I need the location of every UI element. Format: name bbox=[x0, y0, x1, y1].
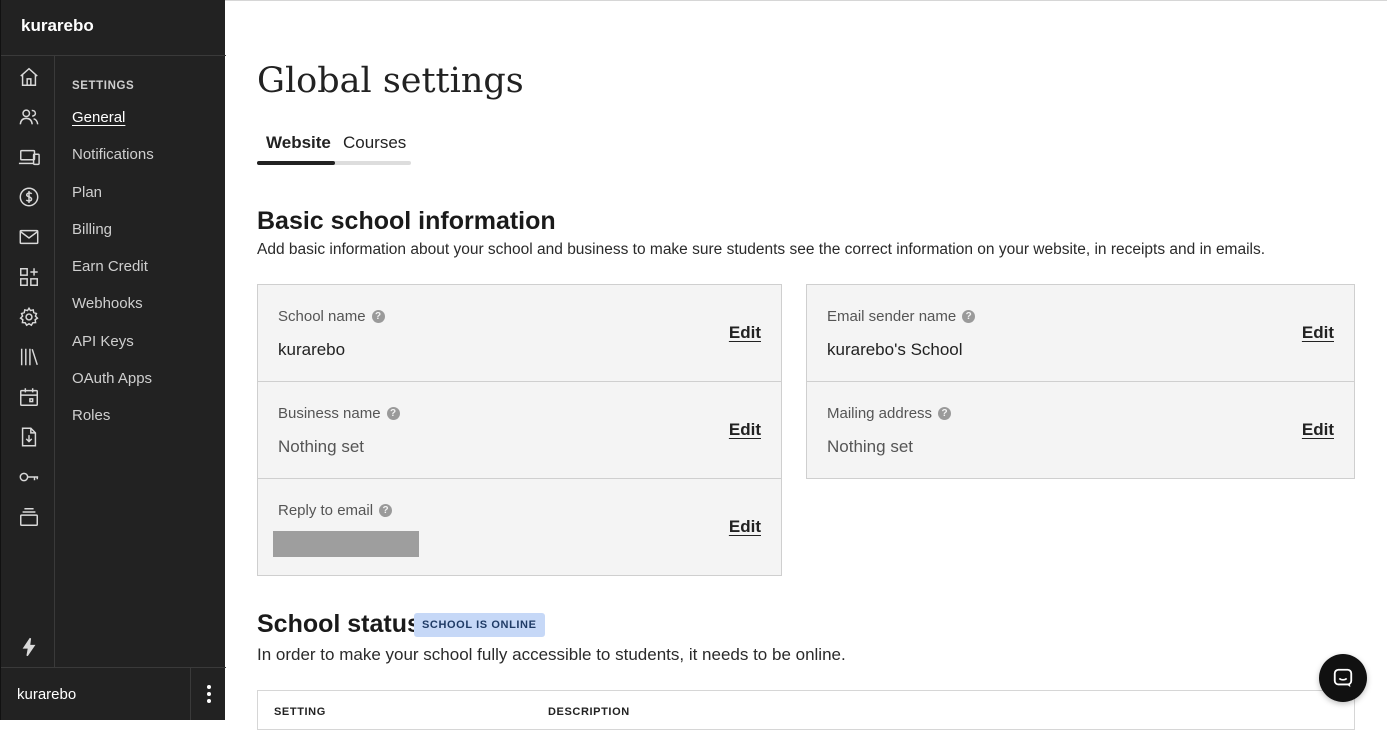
email-sender-name-value: kurarebo's School bbox=[827, 340, 963, 359]
devices-icon[interactable] bbox=[16, 144, 42, 170]
field-label-text: Reply to email bbox=[278, 502, 374, 519]
edit-school-name-button[interactable]: Edit bbox=[729, 323, 761, 343]
basic-info-card-left: School name ? kurarebo Edit Business nam… bbox=[257, 284, 782, 576]
school-status-title: School status bbox=[257, 610, 421, 638]
school-name-value: kurarebo bbox=[278, 340, 346, 359]
gear-icon[interactable] bbox=[16, 304, 42, 330]
dollar-icon[interactable] bbox=[16, 184, 42, 210]
more-options-button[interactable] bbox=[190, 668, 227, 720]
user-bar: kurarebo bbox=[1, 667, 226, 720]
chat-icon bbox=[1333, 668, 1353, 688]
mailing-address-value: Nothing set bbox=[827, 437, 913, 456]
school-name-row: School name ? kurarebo Edit bbox=[258, 285, 781, 382]
nav-item-plan[interactable]: Plan bbox=[72, 183, 154, 220]
nav-item-webhooks[interactable]: Webhooks bbox=[72, 294, 154, 331]
edit-business-name-button[interactable]: Edit bbox=[729, 420, 761, 440]
users-icon[interactable] bbox=[16, 104, 42, 130]
status-badge: SCHOOL IS ONLINE bbox=[414, 613, 545, 637]
business-name-value: Nothing set bbox=[278, 437, 364, 456]
icon-rail bbox=[1, 56, 55, 667]
key-icon[interactable] bbox=[16, 464, 42, 490]
tabs: Website Courses bbox=[257, 133, 411, 165]
stack-icon[interactable] bbox=[16, 504, 42, 530]
nav-item-billing[interactable]: Billing bbox=[72, 220, 154, 257]
user-name[interactable]: kurarebo bbox=[17, 686, 76, 703]
settings-nav: SETTINGS General Notifications Plan Bill… bbox=[72, 80, 154, 444]
lightning-icon[interactable] bbox=[16, 634, 42, 660]
basic-info-card-right: Email sender name ? kurarebo's School Ed… bbox=[806, 284, 1355, 479]
help-icon[interactable]: ? bbox=[938, 407, 952, 420]
school-name-label: School name ? bbox=[278, 308, 385, 325]
tab-website[interactable]: Website bbox=[266, 133, 331, 153]
nav-item-general[interactable]: General bbox=[72, 108, 154, 145]
reply-to-email-row: Reply to email ? Edit bbox=[258, 479, 781, 575]
library-icon[interactable] bbox=[16, 344, 42, 370]
email-sender-name-row: Email sender name ? kurarebo's School Ed… bbox=[807, 285, 1354, 382]
nav-item-earn-credit[interactable]: Earn Credit bbox=[72, 257, 154, 294]
edit-reply-to-email-button[interactable]: Edit bbox=[729, 517, 761, 537]
field-label-text: School name bbox=[278, 308, 366, 325]
mailing-address-label: Mailing address ? bbox=[827, 405, 952, 422]
redacted-email-value bbox=[273, 531, 419, 557]
business-name-label: Business name ? bbox=[278, 405, 400, 422]
basic-info-title: Basic school information bbox=[257, 207, 556, 235]
column-header-setting: SETTING bbox=[274, 706, 326, 718]
help-icon[interactable]: ? bbox=[386, 407, 400, 420]
edit-email-sender-name-button[interactable]: Edit bbox=[1302, 323, 1334, 343]
download-icon[interactable] bbox=[16, 424, 42, 450]
email-sender-name-label: Email sender name ? bbox=[827, 308, 976, 325]
nav-item-notifications[interactable]: Notifications bbox=[72, 145, 154, 182]
help-icon[interactable]: ? bbox=[371, 310, 385, 323]
reply-to-email-label: Reply to email ? bbox=[278, 502, 393, 519]
tab-active-indicator bbox=[257, 161, 335, 165]
basic-info-description: Add basic information about your school … bbox=[257, 241, 1266, 258]
chat-launcher-button[interactable] bbox=[1319, 654, 1367, 702]
mailing-address-row: Mailing address ? Nothing set Edit bbox=[807, 382, 1354, 478]
field-label-text: Email sender name bbox=[827, 308, 957, 325]
calendar-icon[interactable] bbox=[16, 384, 42, 410]
school-status-description: In order to make your school fully acces… bbox=[257, 645, 846, 664]
help-icon[interactable]: ? bbox=[962, 310, 976, 323]
status-table-header: SETTING DESCRIPTION bbox=[257, 690, 1355, 730]
column-header-description: DESCRIPTION bbox=[548, 706, 630, 718]
apps-icon[interactable] bbox=[16, 264, 42, 290]
sidebar: kurarebo SETTINGS General Notifications … bbox=[0, 0, 226, 720]
help-icon[interactable]: ? bbox=[379, 504, 393, 517]
field-label-text: Mailing address bbox=[827, 405, 933, 422]
tab-courses[interactable]: Courses bbox=[343, 133, 406, 153]
home-icon[interactable] bbox=[16, 64, 42, 90]
nav-heading: SETTINGS bbox=[72, 80, 135, 92]
page-title: Global settings bbox=[257, 61, 524, 101]
nav-item-api-keys[interactable]: API Keys bbox=[72, 332, 154, 369]
field-label-text: Business name bbox=[278, 405, 381, 422]
school-brand[interactable]: kurarebo bbox=[21, 16, 94, 36]
nav-item-oauth-apps[interactable]: OAuth Apps bbox=[72, 369, 154, 406]
nav-item-roles[interactable]: Roles bbox=[72, 406, 154, 443]
main-content: Global settings Website Courses Basic sc… bbox=[225, 0, 1387, 730]
kebab-menu-icon bbox=[207, 685, 211, 703]
mail-icon[interactable] bbox=[16, 224, 42, 250]
business-name-row: Business name ? Nothing set Edit bbox=[258, 382, 781, 479]
edit-mailing-address-button[interactable]: Edit bbox=[1302, 420, 1334, 440]
